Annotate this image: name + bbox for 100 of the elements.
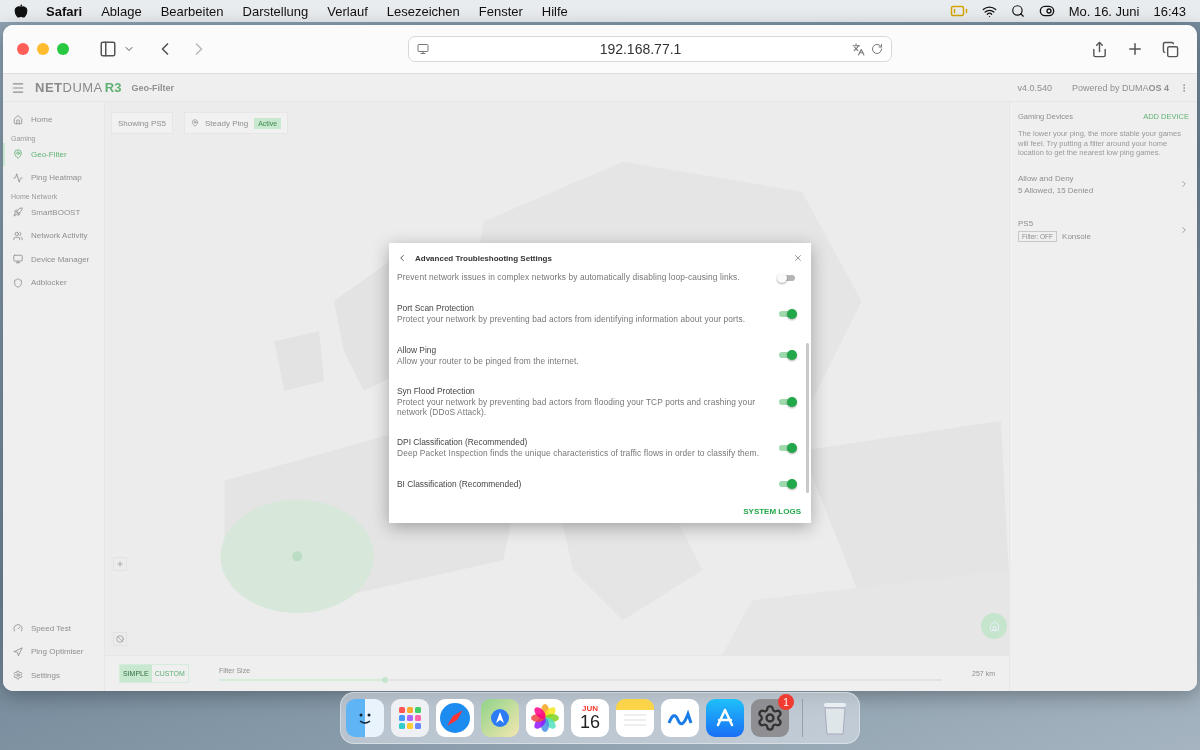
setting-description: Protect your network by preventing bad actors from identifying information about your ports. (397, 315, 747, 325)
sidebar-item[interactable]: Ping Heatmap (3, 166, 104, 190)
menu-clock: 16:43 (1153, 3, 1186, 19)
settings-icon (13, 670, 23, 681)
sidebar-item[interactable]: Network Activity (3, 224, 104, 248)
calendar-month: JUN (582, 704, 598, 713)
wifi-icon[interactable] (981, 3, 997, 19)
pin-icon (191, 119, 199, 127)
setting-description: Prevent network issues in complex networks by automatically disabling loop-causing links. (397, 273, 741, 283)
sidebar-label: SmartBOOST (31, 207, 81, 217)
home-icon (13, 114, 23, 125)
sidebar-label: Ping Heatmap (31, 173, 82, 183)
address-field[interactable]: 192.168.77.1 (408, 36, 892, 62)
shield-icon (13, 277, 23, 288)
app-store-icon[interactable] (706, 699, 744, 737)
menu-item[interactable]: Verlauf (327, 3, 368, 19)
rocket-icon (13, 207, 23, 218)
page-title: Geo-Filter (131, 82, 174, 93)
toggle-switch[interactable] (777, 478, 797, 489)
menu-item[interactable]: Lesezeichen (386, 3, 460, 19)
menu-icon[interactable] (11, 80, 25, 95)
toggle-switch[interactable] (777, 308, 797, 319)
menu-item[interactable]: Darstellung (242, 3, 309, 19)
sidebar-label: Device Manager (31, 254, 90, 264)
dialog-title: Advanced Troubleshooting Settings (415, 253, 552, 263)
device-chip[interactable]: Showing PS5 (111, 112, 174, 134)
notes-icon[interactable] (616, 699, 654, 737)
sidebar-item[interactable]: Ping Optimiser (3, 640, 104, 664)
tabs-icon[interactable] (1162, 40, 1179, 58)
sidebar-label: Settings (31, 670, 60, 680)
search-icon[interactable] (1010, 4, 1025, 18)
setting-title: Allow Ping (397, 344, 438, 355)
zoom-out-button[interactable] (113, 632, 127, 646)
compass-icon[interactable] (436, 699, 474, 737)
close-button[interactable] (17, 43, 29, 55)
finder-icon[interactable] (346, 699, 384, 737)
sidebar-label: Geo-Filter (31, 149, 67, 159)
chevron-right-icon[interactable] (1179, 225, 1189, 235)
menu-item[interactable]: Hilfe (541, 3, 568, 19)
row-subtitle: Konsole (1062, 231, 1091, 241)
mode-label: Steady Ping (205, 118, 249, 128)
apple-icon[interactable] (14, 4, 28, 18)
sidebar-item[interactable]: Adblocker (3, 271, 104, 295)
powered-by-label: Powered by DUMAOS 4 (1071, 82, 1169, 93)
notification-badge: 1 (778, 694, 794, 710)
sidebar-label: Adblocker (31, 278, 67, 288)
sidebar-item[interactable]: Device Manager (3, 247, 104, 271)
menu-item[interactable]: Bearbeiten (160, 3, 224, 19)
minimize-button[interactable] (37, 43, 49, 55)
sidebar-icon[interactable] (99, 40, 117, 58)
sidebar-item[interactable]: Home (3, 108, 104, 132)
gear-icon[interactable] (751, 699, 789, 737)
menu-item[interactable]: Fenster (478, 3, 523, 19)
scribble-icon[interactable] (661, 699, 699, 737)
new-tab-icon[interactable] (1126, 40, 1144, 58)
close-icon[interactable] (793, 253, 803, 263)
toggle-switch[interactable] (777, 396, 797, 407)
sidebar-label: Ping Optimiser (31, 647, 84, 657)
calendar-day: 16 (580, 713, 600, 732)
share-icon[interactable] (1091, 40, 1108, 58)
navigation-icon (13, 646, 23, 657)
sidebar-label: Network Activity (31, 231, 88, 241)
chevron-right-icon[interactable] (1179, 179, 1189, 189)
calendar-icon[interactable]: JUN 16 (571, 699, 609, 737)
launchpad-icon[interactable] (391, 699, 429, 737)
activity-icon (13, 172, 23, 183)
control-center-icon[interactable] (1038, 3, 1055, 19)
circle-slash-icon (116, 635, 124, 643)
map-icon[interactable] (481, 699, 519, 737)
flower-icon[interactable] (526, 699, 564, 737)
menu-item[interactable]: Safari (46, 3, 83, 19)
setting-title: BI Classification (Recommended) (397, 478, 523, 489)
back-icon[interactable] (397, 253, 407, 263)
home-icon (988, 620, 1000, 632)
pin-icon (13, 149, 23, 160)
setting-title: DPI Classification (Recommended) (397, 437, 529, 447)
menu-item[interactable]: Ablage (101, 3, 142, 19)
row-subtitle: 5 Allowed, 15 Denied (1018, 185, 1094, 195)
toggle-switch[interactable] (777, 350, 797, 361)
setting-description: Allow your router to be pinged from the internet. (397, 356, 580, 366)
logo: NETDUMA (35, 80, 103, 95)
page-icon (417, 43, 429, 55)
toggle-switch[interactable] (777, 442, 797, 453)
plus-icon (116, 560, 124, 568)
setting-description: Protect your network by preventing bad actors from flooding your TCP ports and crashing your network (DDoS Attack). (397, 398, 757, 417)
translate-icon[interactable] (852, 42, 865, 56)
menu-date: Mo. 16. Juni (1068, 3, 1140, 19)
sidebar-item[interactable]: SmartBOOST (3, 200, 104, 224)
users-icon (13, 230, 23, 241)
scrollbar[interactable] (806, 343, 809, 493)
setting-title: Port Scan Protection (397, 303, 475, 313)
gauge-icon (13, 623, 23, 634)
sidebar-item[interactable]: Settings (3, 663, 104, 687)
version-label: v4.0.540 (1017, 82, 1052, 93)
sidebar-label: Speed Test (31, 623, 71, 633)
system-logs-button[interactable]: SYSTEM LOGS (741, 504, 803, 518)
sidebar-item[interactable]: Speed Test (3, 616, 104, 640)
reload-icon[interactable] (871, 43, 883, 55)
zoom-button[interactable] (57, 43, 69, 55)
toggle-switch[interactable] (777, 273, 797, 283)
